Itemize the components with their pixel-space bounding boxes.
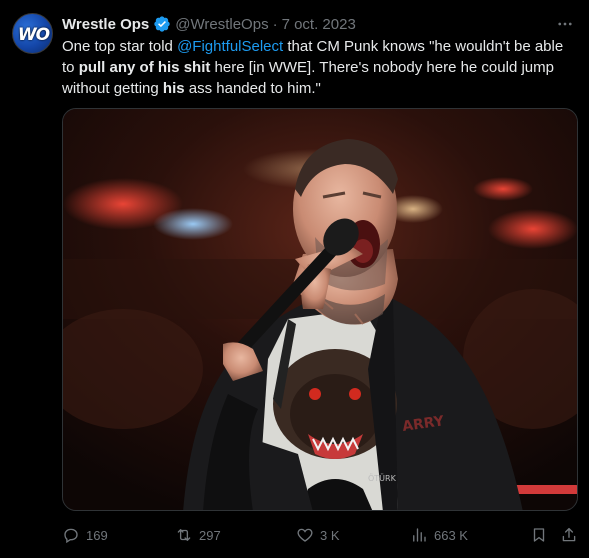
bookmark-icon [533,528,545,542]
reply-icon [64,528,78,544]
tweet-bold-text: his [162,80,185,97]
reply-count: 169 [86,527,108,543]
bookmark-button[interactable] [530,524,554,546]
author-avatar[interactable]: WO [12,13,53,54]
tweet-text: One top star told @FightfulSelect that C… [62,36,577,99]
header-separator: · [272,15,278,33]
more-icon [558,22,572,26]
repost-icon [177,529,191,541]
like-count: 3 K [320,527,340,543]
tweet-text-part: ass handed to him." [184,80,321,97]
avatar-monogram: WO [17,24,50,45]
pouch-label: ÖTÜRK [368,473,397,483]
author-handle[interactable]: @WrestleOps [175,16,268,33]
tweet-card[interactable]: WO Wrestle Ops @WrestleOps · 7 oct. 2023… [0,0,589,558]
views-count: 663 K [434,527,468,543]
tweet-actions: 169 297 3 K 663 K [62,524,578,546]
share-button[interactable] [560,524,584,546]
mention-link[interactable]: @FightfulSelect [177,38,283,55]
author-name[interactable]: Wrestle Ops [62,16,149,33]
more-button[interactable] [555,14,575,34]
repost-count: 297 [199,527,221,543]
tweet-photo[interactable]: ARRY ÖTÜRK [62,108,578,511]
views-icon [413,528,426,542]
heart-icon [297,528,313,542]
like-button[interactable]: 3 K [296,524,340,546]
verified-badge-icon [154,16,170,32]
tweet-text-part: One top star told [62,38,178,55]
share-icon [562,527,576,542]
reply-button[interactable]: 169 [62,524,108,546]
tweet-bold-text: pull any of his shit [78,59,211,76]
repost-button[interactable]: 297 [175,524,221,546]
photo-illustration: ARRY ÖTÜRK [63,109,577,510]
tweet-date[interactable]: 7 oct. 2023 [282,16,356,33]
views-button[interactable]: 663 K [410,524,468,546]
tweet-header: Wrestle Ops @WrestleOps · 7 oct. 2023 [62,14,356,34]
